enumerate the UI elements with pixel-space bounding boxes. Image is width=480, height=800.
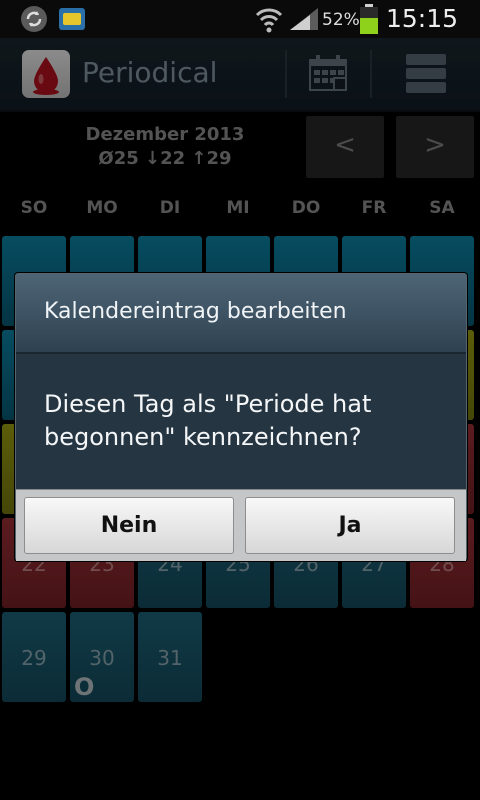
dialog-message: Diesen Tag als "Periode hat begonnen" ke… [44,390,372,451]
status-bar: 52% 15:15 [0,0,480,38]
wifi-icon [254,4,284,34]
sim-icon [58,5,86,33]
dialog-button-row: Nein Ja [16,489,466,561]
battery-percent: 52% [322,10,360,30]
sync-icon [20,5,48,33]
signal-icon [288,6,320,32]
edit-entry-dialog: Kalendereintrag bearbeiten Diesen Tag al… [15,273,467,561]
dialog-title-bar: Kalendereintrag bearbeiten [16,274,466,354]
yes-button[interactable]: Ja [245,497,455,554]
dialog-title: Kalendereintrag bearbeiten [44,299,347,324]
no-button[interactable]: Nein [24,497,234,554]
clock: 15:15 [385,4,458,33]
battery-icon [360,4,378,34]
